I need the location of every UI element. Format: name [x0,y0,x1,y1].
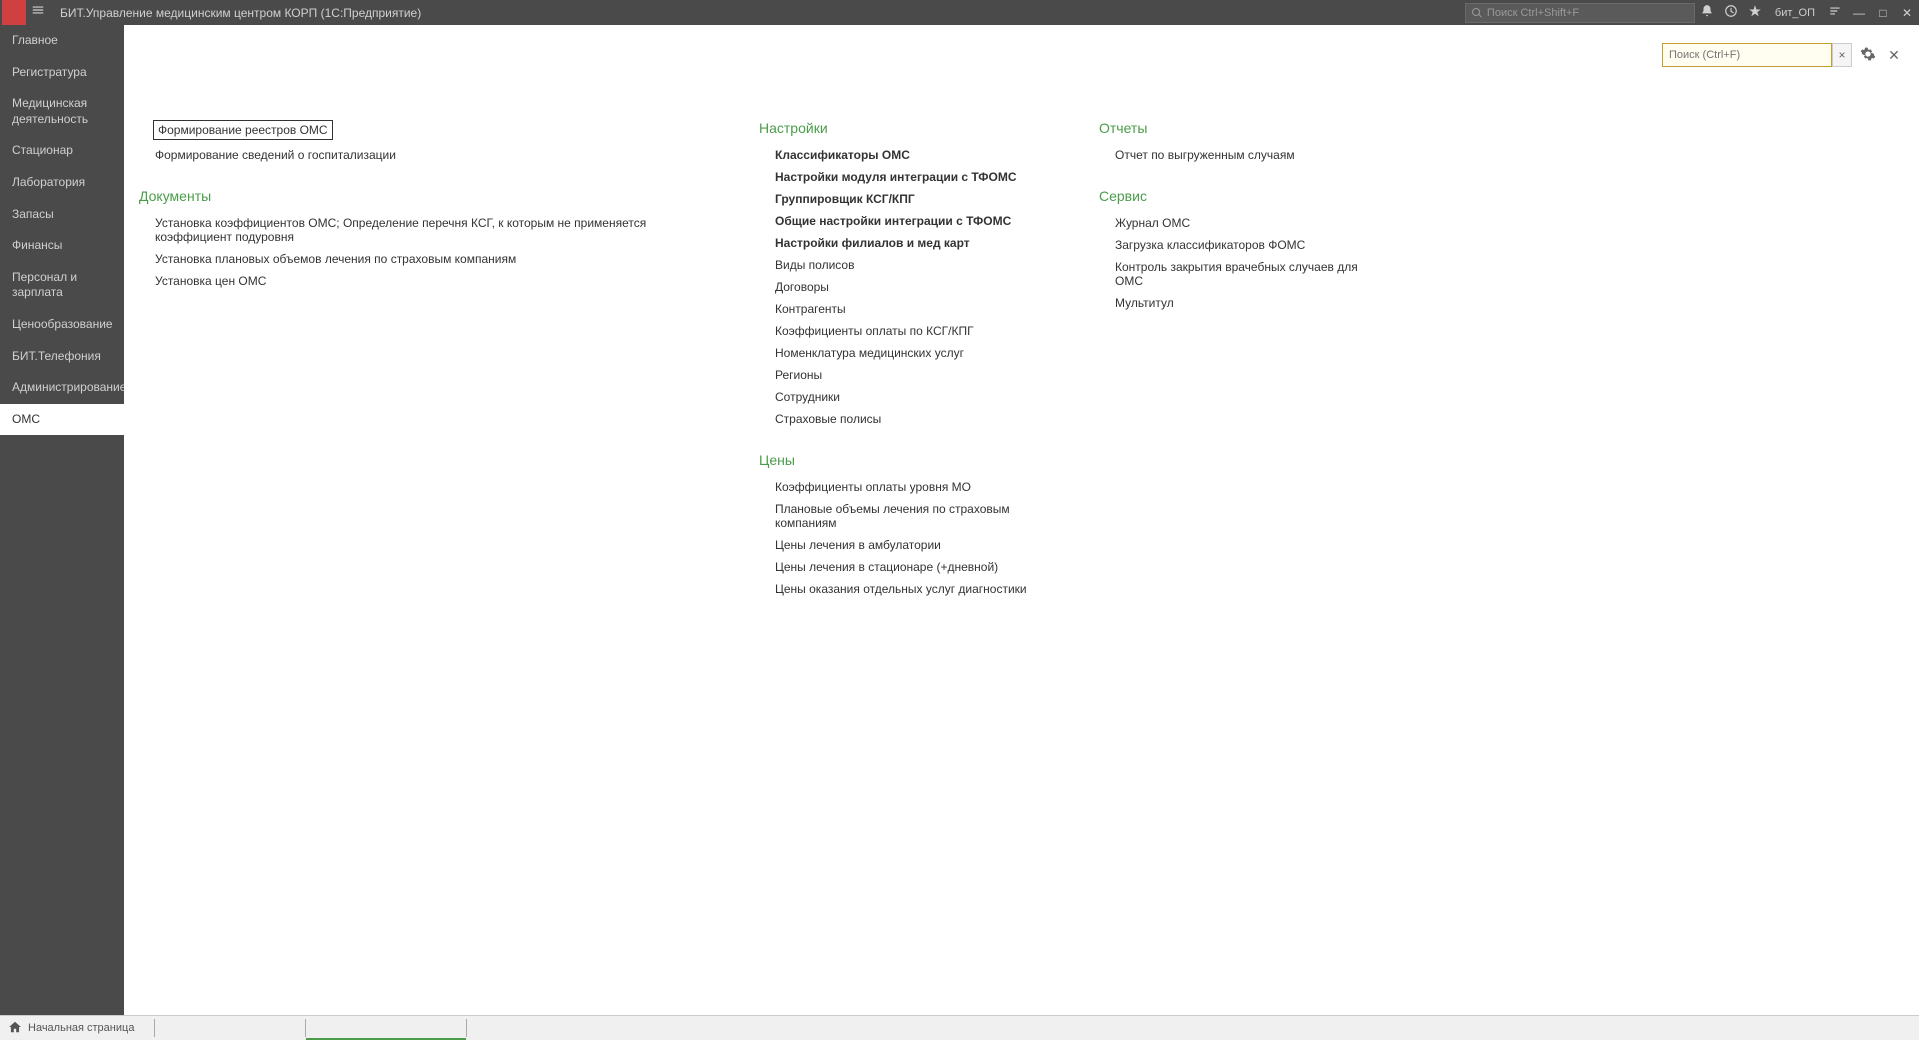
sidebar-item-stock[interactable]: Запасы [0,199,124,231]
link-svc-2[interactable]: Контроль закрытия врачебных случаев для … [1099,256,1379,292]
link-price-3[interactable]: Цены лечения в стационаре (+дневной) [759,556,1059,578]
link-set-6[interactable]: Договоры [759,276,1059,298]
global-search[interactable]: Поиск Ctrl+Shift+F [1465,3,1695,23]
sidebar-item-finance[interactable]: Финансы [0,230,124,262]
link-set-11[interactable]: Сотрудники [759,386,1059,408]
link-report-0[interactable]: Отчет по выгруженным случаям [1099,144,1379,166]
link-svc-3[interactable]: Мультитул [1099,292,1379,314]
link-set-10[interactable]: Регионы [759,364,1059,386]
global-search-placeholder: Поиск Ctrl+Shift+F [1487,7,1579,19]
link-doc-0[interactable]: Установка коэффициентов ОМС; Определение… [139,212,719,248]
star-icon[interactable] [1743,4,1767,21]
link-set-5[interactable]: Виды полисов [759,254,1059,276]
link-price-2[interactable]: Цены лечения в амбулатории [759,534,1059,556]
bell-icon[interactable] [1695,4,1719,21]
link-svc-1[interactable]: Загрузка классификаторов ФОМС [1099,234,1379,256]
home-label[interactable]: Начальная страница [28,1022,134,1034]
section-prices: Цены [759,452,1059,468]
minimize-button[interactable]: — [1847,6,1871,20]
close-button[interactable]: ✕ [1895,6,1919,20]
section-settings: Настройки [759,120,1059,136]
sidebar-item-laboratory[interactable]: Лаборатория [0,167,124,199]
menu-button[interactable] [26,3,50,22]
content-search-input[interactable] [1662,43,1832,67]
history-icon[interactable] [1719,4,1743,21]
close-panel-icon[interactable]: ✕ [1884,47,1904,64]
link-set-0[interactable]: Классификаторы ОМС [759,144,1059,166]
sidebar-item-registration[interactable]: Регистратура [0,57,124,89]
link-svc-0[interactable]: Журнал ОМС [1099,212,1379,234]
link-set-1[interactable]: Настройки модуля интеграции с ТФОМС [759,166,1059,188]
sidebar-item-hr[interactable]: Персонал и зарплата [0,262,124,309]
home-icon[interactable] [8,1020,22,1037]
user-label: бит_ОП [1775,7,1815,19]
link-set-2[interactable]: Группировщик КСГ/КПГ [759,188,1059,210]
titlebar: БИТ.Управление медицинским центром КОРП … [0,0,1919,25]
gear-icon[interactable] [1858,46,1878,65]
sidebar-item-medical[interactable]: Медицинская деятельность [0,88,124,135]
maximize-button[interactable]: □ [1871,6,1895,20]
link-set-7[interactable]: Контрагенты [759,298,1059,320]
section-reports: Отчеты [1099,120,1379,136]
link-doc-1[interactable]: Установка плановых объемов лечения по ст… [139,248,719,270]
link-form-registers[interactable]: Формирование реестров ОМС [153,120,333,140]
section-documents: Документы [139,188,719,204]
link-set-3[interactable]: Общие настройки интеграции с ТФОМС [759,210,1059,232]
link-set-4[interactable]: Настройки филиалов и мед карт [759,232,1059,254]
logo-1c [2,0,26,25]
sidebar-item-oms[interactable]: ОМС [0,404,124,436]
content-search-clear[interactable]: × [1832,43,1852,67]
link-set-12[interactable]: Страховые полисы [759,408,1059,430]
sidebar-item-admin[interactable]: Администрирование [0,372,124,404]
app-title: БИТ.Управление медицинским центром КОРП … [60,6,421,20]
link-doc-2[interactable]: Установка цен ОМС [139,270,719,292]
bottom-tab-active[interactable] [306,1016,466,1040]
link-set-9[interactable]: Номенклатура медицинских услуг [759,342,1059,364]
section-service: Сервис [1099,188,1379,204]
link-form-hospitalization[interactable]: Формирование сведений о госпитализации [139,144,719,166]
sidebar-item-pricing[interactable]: Ценообразование [0,309,124,341]
settings-bars-icon[interactable] [1823,4,1847,21]
link-price-4[interactable]: Цены оказания отдельных услуг диагностик… [759,578,1059,600]
content-area: × ✕ Формирование реестров ОМС Формирован… [124,25,1919,1015]
link-price-1[interactable]: Плановые объемы лечения по страховым ком… [759,498,1059,534]
sidebar-item-telephony[interactable]: БИТ.Телефония [0,341,124,373]
link-price-0[interactable]: Коэффициенты оплаты уровня МО [759,476,1059,498]
sidebar-item-hospital[interactable]: Стационар [0,135,124,167]
sidebar-item-main[interactable]: Главное [0,25,124,57]
sidebar: Главное Регистратура Медицинская деятель… [0,25,124,1015]
link-set-8[interactable]: Коэффициенты оплаты по КСГ/КПГ [759,320,1059,342]
bottom-bar: Начальная страница [0,1015,1919,1040]
